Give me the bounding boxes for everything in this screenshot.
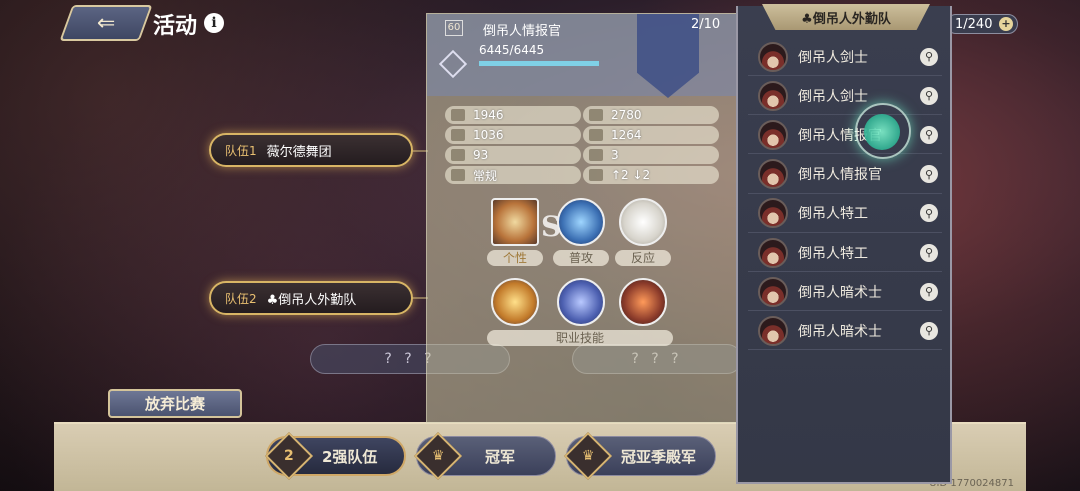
touch-cursor-dot [864,114,900,150]
job-skills-label: 职业技能 [487,330,673,346]
team1-name: 薇尔德舞团 [266,144,332,160]
member-portrait [758,80,788,111]
member-portrait [758,198,788,229]
job-skill-3-icon[interactable] [619,278,667,326]
stat-range: ↑2 ↓2 [583,166,719,184]
hp-bar [479,61,599,66]
type-icon [451,169,465,181]
job-skill-1-icon[interactable] [491,278,539,326]
magnify-icon[interactable]: ⚲ [920,86,938,105]
team2-tag: 队伍2 [225,291,257,306]
add-icon[interactable]: + [999,17,1013,31]
range-icon [589,169,603,181]
member-portrait [758,159,788,190]
member-portrait [758,315,788,346]
sword-icon [451,109,465,121]
forfeit-button[interactable]: 放弃比赛 [108,389,242,418]
back-arrow-icon: ⇐ [96,10,116,36]
member-portrait [758,119,788,150]
magnify-icon[interactable]: ⚲ [920,125,938,144]
team1-slot[interactable]: 队伍1 薇尔德舞团 [209,133,413,167]
stat-cost: 3 [583,146,719,164]
member-name: 倒吊人特工 [798,245,868,262]
hp-icon [589,109,603,121]
magnify-icon[interactable]: ⚲ [920,243,938,262]
stage-tab-final-ranks[interactable]: ♛ 冠亚季殿军 [563,431,716,481]
stat-resist: 1264 [583,126,719,144]
page-title: 活动 [153,14,198,39]
back-button[interactable]: ⇐ [59,5,153,41]
stage-label: 2强队伍 [322,447,378,466]
reaction-skill-icon[interactable] [619,198,667,246]
roster-member[interactable]: 倒吊人特工 ⚲ [748,234,942,272]
character-name: 倒吊人情报官 [483,24,562,39]
member-name: 倒吊人暗术士 [798,284,882,301]
stage-tab-champion[interactable]: ♛ 冠军 [413,431,556,481]
member-portrait [758,237,788,268]
magnify-icon[interactable]: ⚲ [920,282,938,301]
team1-tag: 队伍1 [225,143,257,158]
roster-member[interactable]: 倒吊人特工 ⚲ [748,195,942,233]
cost-icon [589,149,603,161]
team-roster-panel: ♣倒吊人外勤队 倒吊人剑士 ⚲ 倒吊人剑士 ⚲ 倒吊人情报官 ⚲ 倒吊人情报官 ⚲ 倒吊人特工 ⚲… [736,4,952,484]
member-name: 倒吊人暗术士 [798,323,882,340]
speed-icon [451,149,465,161]
member-portrait [758,41,788,72]
roster-member[interactable]: 倒吊人剑士 ⚲ [748,77,942,116]
character-hp: 6445/6445 [479,43,545,57]
skill-label-reaction: 反应 [615,250,671,266]
stage-tab-top2[interactable]: 2 2强队伍 [264,431,406,481]
stat-attack: 1946 [445,106,581,124]
stage-label: 冠军 [485,447,516,466]
team2-name: ♣倒吊人外勤队 [266,292,357,308]
magnify-icon[interactable]: ⚲ [920,47,938,66]
hp-bar-fill [479,61,599,66]
member-portrait [758,276,788,307]
character-count: 2/10 [691,17,721,32]
skill-label-trait: 个性 [487,250,543,266]
resist-icon [589,129,603,141]
team2-slot[interactable]: 队伍2 ♣倒吊人外勤队 [209,281,413,315]
character-level: 60 [445,20,463,36]
member-name: 倒吊人剑士 [798,88,868,105]
roster-member[interactable]: 倒吊人剑士 ⚲ [748,38,942,76]
stat-hp: 2780 [583,106,719,124]
job-skill-2-icon[interactable] [557,278,605,326]
stat-type: 常规 [445,166,581,184]
stat-speed: 93 [445,146,581,164]
stat-defense: 1036 [445,126,581,144]
roster-member[interactable]: 倒吊人暗术士 ⚲ [748,312,942,351]
roster-title: ♣倒吊人外勤队 [762,4,930,30]
member-name: 倒吊人情报官 [798,167,882,184]
stage-label: 冠亚季殿军 [621,447,697,466]
member-name: 倒吊人特工 [798,206,868,223]
shield-icon [451,129,465,141]
magnify-icon[interactable]: ⚲ [920,165,938,184]
member-name: 倒吊人剑士 [798,49,868,66]
roster-counter: 1/240 + [946,14,1018,34]
magnify-icon[interactable]: ⚲ [920,204,938,223]
roster-member[interactable]: 倒吊人情报官 ⚲ [748,156,942,194]
character-detail-panel: 60 倒吊人情报官 2/10 6445/6445 1946 2780 1036 … [426,13,739,423]
magnify-icon[interactable]: ⚲ [920,321,938,340]
roster-member[interactable]: 倒吊人暗术士 ⚲ [748,273,942,312]
info-icon[interactable]: i [204,13,224,33]
normal-attack-icon[interactable] [557,198,605,246]
roster-member[interactable]: 倒吊人情报官 ⚲ [748,116,942,155]
skill-label-normal: 普攻 [553,250,609,266]
trait-skill-icon[interactable] [491,198,539,246]
